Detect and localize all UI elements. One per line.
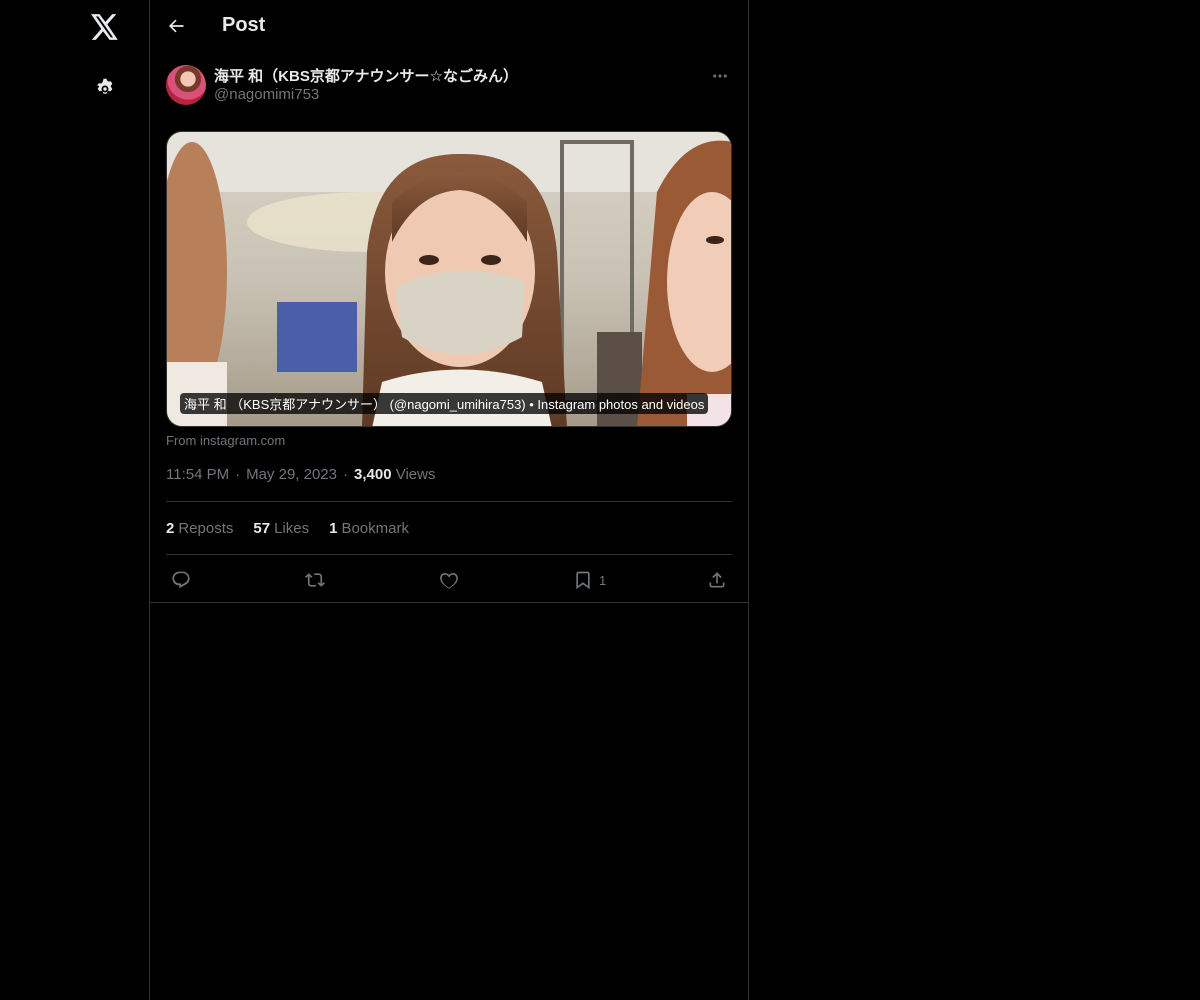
meta-separator: · <box>235 466 241 483</box>
link-card[interactable]: 海平 和 （KBS京都アナウンサー） (@nagomi_umihira753) … <box>166 131 732 427</box>
post-meta: 11:54 PM · May 29, 2023 · 3,400 Views <box>166 466 435 483</box>
reposts-count: 2 <box>166 520 175 537</box>
reposts-label: Reposts <box>178 520 234 537</box>
gear-icon[interactable] <box>84 66 126 108</box>
more-horizontal-icon[interactable] <box>708 64 732 88</box>
likes-count: 57 <box>253 520 271 537</box>
repost-icon[interactable] <box>305 568 325 592</box>
reply-icon[interactable] <box>171 568 191 592</box>
avatar[interactable] <box>166 65 206 105</box>
card-source[interactable]: From instagram.com <box>166 433 285 448</box>
post-time[interactable]: 11:54 PM <box>166 466 229 483</box>
heart-icon[interactable] <box>439 568 459 592</box>
post-date[interactable]: May 29, 2023 <box>246 466 337 483</box>
page-header: Post <box>150 0 748 53</box>
arrow-left-icon[interactable] <box>158 8 194 44</box>
app-root: Post 海平 和（KBS京都アナウンサー☆なごみん） @nagomimi753 <box>0 0 1200 1000</box>
divider <box>166 554 732 555</box>
author-handle[interactable]: @nagomimi753 <box>214 86 319 103</box>
post-stats: 2 Reposts 57 Likes 1 Bookmark <box>166 520 409 537</box>
bookmarks-count: 1 <box>329 520 338 537</box>
page-title: Post <box>222 14 266 36</box>
bookmarks-label: Bookmark <box>341 520 409 537</box>
post-author: 海平 和（KBS京都アナウンサー☆なごみん） @nagomimi753 <box>166 64 732 108</box>
x-logo-icon[interactable] <box>84 6 126 48</box>
main-column: Post 海平 和（KBS京都アナウンサー☆なごみん） @nagomimi753 <box>150 0 749 1000</box>
reposts-stat[interactable]: 2 Reposts <box>166 520 233 537</box>
author-name[interactable]: 海平 和（KBS京都アナウンサー☆なごみん） <box>214 65 518 86</box>
views-label: Views <box>395 466 436 483</box>
post: 海平 和（KBS京都アナウンサー☆なごみん） @nagomimi753 海平 和… <box>166 64 732 590</box>
views-count: 3,400 <box>354 466 392 483</box>
post-actions: 1 <box>166 566 732 594</box>
bookmarks-stat[interactable]: 1 Bookmark <box>329 520 409 537</box>
likes-stat[interactable]: 57 Likes <box>253 520 309 537</box>
divider <box>150 602 749 603</box>
likes-label: Likes <box>274 520 310 537</box>
share-icon[interactable] <box>707 568 727 592</box>
divider <box>166 501 732 502</box>
card-image <box>167 132 731 426</box>
card-caption: 海平 和 （KBS京都アナウンサー） (@nagomi_umihira753) … <box>180 393 709 414</box>
bookmark-count: 1 <box>599 572 607 588</box>
bookmark-icon[interactable]: 1 <box>573 568 606 592</box>
meta-separator: · <box>343 466 348 483</box>
left-sidebar <box>0 0 150 1000</box>
